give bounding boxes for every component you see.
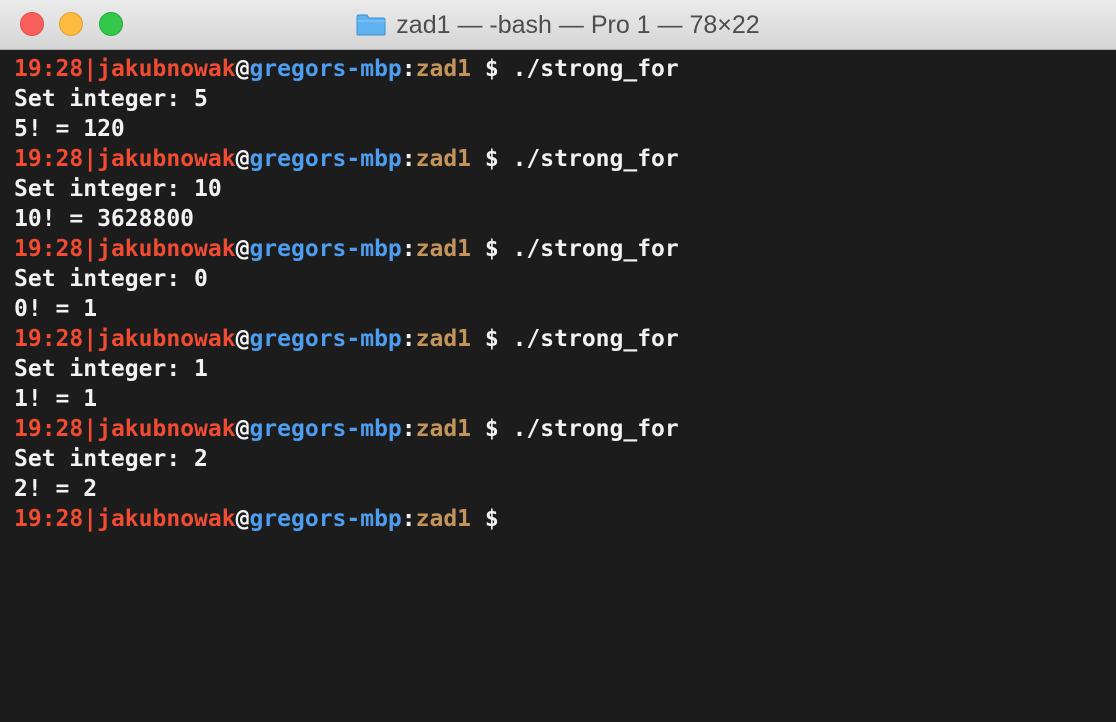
prompt-directory: zad1: [415, 56, 472, 82]
prompt-user: jakubnowak: [97, 56, 236, 82]
output-line: Set integer: 2: [14, 444, 1104, 474]
output-line: 10! = 3628800: [14, 204, 1104, 234]
command-text: ./strong_for: [512, 326, 679, 352]
prompt-directory: zad1: [415, 236, 472, 262]
prompt-time: 19:28: [14, 56, 84, 82]
prompt-at: @: [235, 506, 250, 532]
prompt-separator: |: [83, 56, 98, 82]
prompt-time: 19:28: [14, 236, 84, 262]
output-line: 2! = 2: [14, 474, 1104, 504]
prompt-directory: zad1: [415, 506, 472, 532]
output-line: Set integer: 0: [14, 264, 1104, 294]
command-text: ./strong_for: [512, 416, 679, 442]
prompt-at: @: [235, 236, 250, 262]
output-text: Set integer: 10: [14, 176, 222, 202]
output-text: 5! = 120: [14, 116, 125, 142]
prompt-colon: :: [401, 326, 416, 352]
prompt-colon: :: [401, 416, 416, 442]
minimize-button[interactable]: [59, 12, 83, 36]
prompt-host: gregors-mbp: [249, 416, 402, 442]
prompt-time: 19:28: [14, 326, 84, 352]
output-line: Set integer: 5: [14, 84, 1104, 114]
prompt-at: @: [235, 56, 250, 82]
output-text: 0! = 1: [14, 296, 98, 322]
output-text: Set integer: 0: [14, 266, 208, 292]
terminal-output[interactable]: 19:28|jakubnowak@gregors-mbp:zad1 $ ./st…: [14, 54, 1104, 534]
close-button[interactable]: [20, 12, 44, 36]
prompt-dollar: $: [471, 236, 513, 262]
prompt-directory: zad1: [415, 326, 472, 352]
prompt-user: jakubnowak: [97, 146, 236, 172]
prompt-line: 19:28|jakubnowak@gregors-mbp:zad1 $ ./st…: [14, 324, 1104, 354]
zoom-button[interactable]: [99, 12, 123, 36]
prompt-host: gregors-mbp: [249, 146, 402, 172]
prompt-separator: |: [83, 416, 98, 442]
prompt-line: 19:28|jakubnowak@gregors-mbp:zad1 $: [14, 504, 1104, 534]
output-line: Set integer: 1: [14, 354, 1104, 384]
prompt-line: 19:28|jakubnowak@gregors-mbp:zad1 $ ./st…: [14, 54, 1104, 84]
title-group: zad1 — -bash — Pro 1 — 78×22: [356, 10, 760, 40]
folder-icon: [356, 14, 386, 36]
output-line: 1! = 1: [14, 384, 1104, 414]
command-text: ./strong_for: [512, 236, 679, 262]
prompt-time: 19:28: [14, 146, 84, 172]
output-line: 5! = 120: [14, 114, 1104, 144]
output-line: 0! = 1: [14, 294, 1104, 324]
prompt-colon: :: [401, 146, 416, 172]
output-text: Set integer: 1: [14, 356, 208, 382]
output-text: 1! = 1: [14, 386, 98, 412]
prompt-line: 19:28|jakubnowak@gregors-mbp:zad1 $ ./st…: [14, 234, 1104, 264]
prompt-at: @: [235, 326, 250, 352]
prompt-separator: |: [83, 506, 98, 532]
prompt-host: gregors-mbp: [249, 506, 402, 532]
output-text: Set integer: 2: [14, 446, 208, 472]
prompt-user: jakubnowak: [97, 236, 236, 262]
prompt-directory: zad1: [415, 146, 472, 172]
prompt-user: jakubnowak: [97, 416, 236, 442]
prompt-colon: :: [401, 56, 416, 82]
prompt-separator: |: [83, 236, 98, 262]
terminal-window: zad1 — -bash — Pro 1 — 78×22 19:28|jakub…: [0, 0, 1116, 722]
prompt-user: jakubnowak: [97, 506, 236, 532]
prompt-colon: :: [401, 506, 416, 532]
prompt-at: @: [235, 146, 250, 172]
prompt-directory: zad1: [415, 416, 472, 442]
title-bar[interactable]: zad1 — -bash — Pro 1 — 78×22: [0, 0, 1116, 50]
prompt-line: 19:28|jakubnowak@gregors-mbp:zad1 $ ./st…: [14, 144, 1104, 174]
prompt-host: gregors-mbp: [249, 56, 402, 82]
prompt-host: gregors-mbp: [249, 236, 402, 262]
prompt-at: @: [235, 416, 250, 442]
prompt-time: 19:28: [14, 506, 84, 532]
command-text: ./strong_for: [512, 56, 679, 82]
prompt-separator: |: [83, 146, 98, 172]
window-title: zad1 — -bash — Pro 1 — 78×22: [396, 10, 760, 39]
command-text: ./strong_for: [512, 146, 679, 172]
prompt-colon: :: [401, 236, 416, 262]
prompt-user: jakubnowak: [97, 326, 236, 352]
prompt-dollar: $: [471, 326, 513, 352]
output-text: Set integer: 5: [14, 86, 208, 112]
title-container: zad1 — -bash — Pro 1 — 78×22: [0, 0, 1116, 50]
prompt-dollar: $: [471, 56, 513, 82]
prompt-time: 19:28: [14, 416, 84, 442]
output-text: 10! = 3628800: [14, 206, 195, 232]
prompt-dollar: $: [471, 146, 513, 172]
prompt-host: gregors-mbp: [249, 326, 402, 352]
output-text: 2! = 2: [14, 476, 98, 502]
prompt-separator: |: [83, 326, 98, 352]
prompt-line: 19:28|jakubnowak@gregors-mbp:zad1 $ ./st…: [14, 414, 1104, 444]
prompt-dollar: $: [471, 506, 513, 532]
prompt-dollar: $: [471, 416, 513, 442]
output-line: Set integer: 10: [14, 174, 1104, 204]
